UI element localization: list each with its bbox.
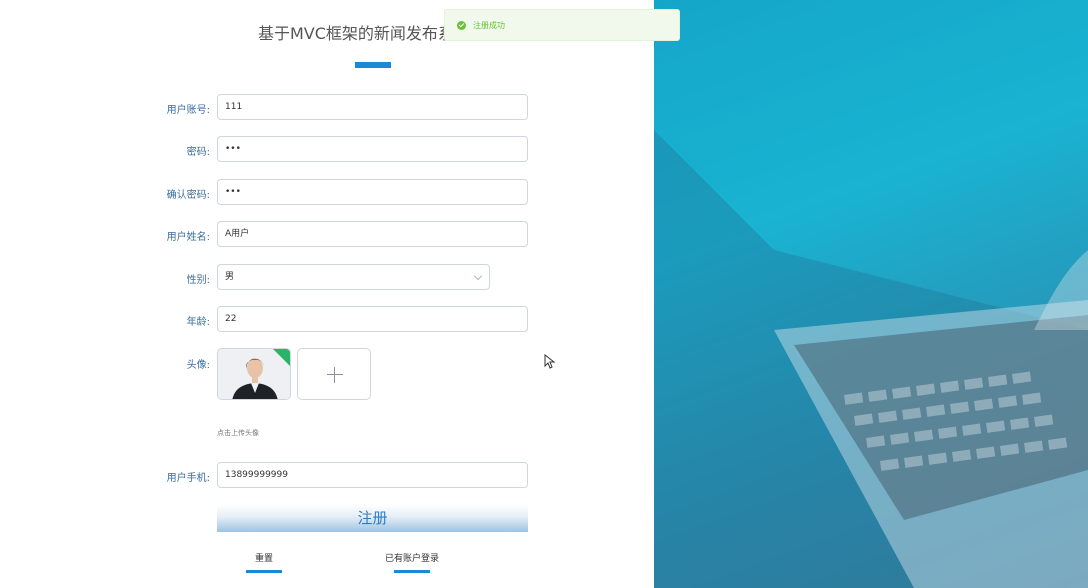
page-title: 基于MVC框架的新闻发布系统	[258, 24, 470, 43]
age-input[interactable]: 22	[217, 306, 528, 332]
avatar-thumbnail[interactable]	[217, 348, 291, 400]
hero-background	[654, 0, 1088, 588]
name-input[interactable]: A用户	[217, 221, 528, 247]
confirm-password-input[interactable]: •••	[217, 179, 528, 205]
password-input[interactable]: •••	[217, 136, 528, 162]
mouse-cursor-icon	[544, 354, 556, 369]
avatar-hint: 点击上传头像	[217, 429, 259, 437]
avatar-label: 头像:	[186, 360, 210, 371]
name-label: 用户姓名:	[166, 232, 210, 243]
phone-input[interactable]: 13899999999	[217, 462, 528, 488]
login-underline	[394, 570, 430, 573]
account-input[interactable]: 111	[217, 94, 528, 120]
age-label: 年龄:	[186, 317, 210, 328]
phone-label: 用户手机:	[166, 473, 210, 484]
reset-underline	[246, 570, 282, 573]
confirm-password-label: 确认密码:	[166, 190, 210, 201]
password-label: 密码:	[186, 147, 210, 158]
reset-button[interactable]: 重置	[246, 551, 282, 564]
check-circle-icon	[457, 21, 466, 30]
title-underline	[355, 62, 391, 68]
toast-message: 注册成功	[473, 21, 505, 30]
laptop-illustration	[654, 130, 1088, 588]
avatar-upload-button[interactable]	[297, 348, 371, 400]
gender-select[interactable]: 男	[217, 264, 490, 290]
register-button[interactable]: 注册	[217, 504, 528, 532]
register-page: 基于MVC框架的新闻发布系统 用户账号: 111 密码: ••• 确认密码: •…	[0, 0, 1088, 588]
register-panel: 基于MVC框架的新闻发布系统 用户账号: 111 密码: ••• 确认密码: •…	[0, 0, 654, 588]
chevron-down-icon	[473, 271, 483, 281]
login-link[interactable]: 已有账户登录	[380, 551, 444, 564]
account-label: 用户账号:	[166, 105, 210, 116]
success-toast: 注册成功	[444, 9, 680, 41]
gender-value: 男	[225, 272, 235, 282]
gender-label: 性别:	[186, 275, 210, 286]
